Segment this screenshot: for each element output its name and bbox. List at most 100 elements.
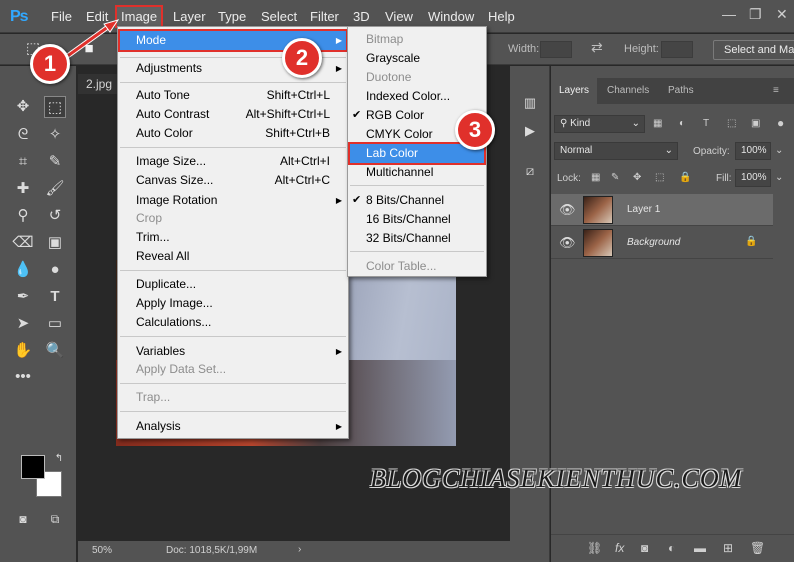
menu-item-apply-image[interactable]: Apply Image... — [118, 294, 348, 313]
menu-layer[interactable]: Layer — [173, 9, 206, 24]
adjustment-layer-icon[interactable]: ◐ — [668, 541, 675, 555]
pen-tool-icon[interactable]: ✒ — [12, 286, 34, 308]
link-layers-icon[interactable]: ⛓ — [587, 541, 602, 555]
menu-item-32-bits[interactable]: 32 Bits/Channel — [348, 229, 486, 248]
lock-position-icon[interactable]: ✥ — [633, 172, 641, 183]
filter-type-icon[interactable]: T — [703, 118, 709, 129]
menu-image[interactable]: Image — [115, 5, 164, 28]
new-layer-icon[interactable]: ⊞ — [723, 541, 733, 555]
eraser-tool-icon[interactable]: ⌫ — [12, 232, 34, 254]
filter-shape-icon[interactable]: ⬚ — [727, 118, 736, 129]
foreground-color-swatch[interactable] — [21, 455, 45, 479]
panel-menu-icon[interactable]: ≡ — [773, 85, 779, 96]
menu-help[interactable]: Help — [488, 9, 515, 24]
menu-select[interactable]: Select — [261, 9, 297, 24]
layer-row-background[interactable]: 👁 Background 🔒 — [551, 227, 773, 259]
menu-item-16-bits[interactable]: 16 Bits/Channel — [348, 210, 486, 229]
blur-tool-icon[interactable]: 💧 — [12, 259, 34, 281]
eyedropper-icon[interactable]: ✎ — [44, 151, 66, 173]
menu-type[interactable]: Type — [218, 9, 246, 24]
opacity-field[interactable]: 100% — [735, 142, 771, 160]
filter-adjustment-icon[interactable]: ◐ — [679, 118, 685, 129]
menu-item-grayscale[interactable]: Grayscale — [348, 49, 486, 68]
menu-window[interactable]: Window — [428, 9, 474, 24]
menu-3d[interactable]: 3D — [353, 9, 370, 24]
kind-filter-select[interactable]: ⚲ Kind ⌄ — [554, 115, 645, 133]
zoom-tool-icon[interactable]: 🔍 — [44, 340, 66, 362]
menu-item-reveal-all[interactable]: Reveal All — [118, 247, 348, 266]
history-panel-icon[interactable]: ▥ — [519, 92, 541, 114]
delete-layer-icon[interactable]: 🗑 — [750, 541, 765, 555]
layer-row-layer-1[interactable]: 👁 Layer 1 — [551, 194, 773, 226]
magic-wand-icon[interactable]: ✧ — [44, 124, 66, 146]
opacity-dropdown-icon[interactable]: ⌄ — [775, 145, 783, 156]
status-arrow-icon[interactable]: › — [298, 544, 301, 555]
play-action-icon[interactable]: ▶ — [519, 120, 541, 142]
properties-panel-icon[interactable]: ⧄ — [519, 160, 541, 182]
menu-edit[interactable]: Edit — [86, 9, 108, 24]
blend-mode-select[interactable]: Normal ⌄ — [554, 142, 678, 160]
menu-item-multichannel[interactable]: Multichannel — [348, 163, 486, 182]
new-selection-icon[interactable]: ■ — [78, 38, 100, 60]
swap-icon[interactable]: ⇄ — [591, 39, 603, 56]
menu-item-duplicate[interactable]: Duplicate... — [118, 275, 348, 294]
close-icon[interactable]: ✕ — [776, 6, 788, 23]
lock-image-icon[interactable]: ✎ — [611, 172, 619, 183]
menu-view[interactable]: View — [385, 9, 413, 24]
new-group-icon[interactable]: ▬ — [694, 541, 706, 555]
more-tools-icon[interactable]: ••• — [12, 366, 34, 388]
menu-filter[interactable]: Filter — [310, 9, 339, 24]
filter-toggle-icon[interactable]: ● — [777, 116, 784, 130]
menu-item-auto-tone[interactable]: Auto Tone Shift+Ctrl+L — [118, 86, 348, 105]
menu-item-canvas-size[interactable]: Canvas Size... Alt+Ctrl+C — [118, 171, 348, 190]
tab-layers[interactable]: Layers — [551, 78, 598, 104]
menu-item-variables[interactable]: Variables ▶ — [118, 342, 348, 361]
hand-tool-icon[interactable]: ✋ — [12, 340, 34, 362]
fill-field[interactable]: 100% — [735, 169, 771, 187]
minimize-icon[interactable]: — — [722, 6, 736, 22]
tab-channels[interactable]: Channels — [607, 85, 649, 96]
healing-brush-icon[interactable]: ✚ — [12, 178, 34, 200]
lock-transparent-icon[interactable]: ▦ — [591, 172, 600, 183]
menu-item-auto-color[interactable]: Auto Color Shift+Ctrl+B — [118, 124, 348, 143]
menu-item-analysis[interactable]: Analysis ▶ — [118, 417, 348, 436]
path-selection-icon[interactable]: ➤ — [12, 313, 34, 335]
brush-tool-icon[interactable]: 🖌 — [44, 178, 66, 200]
visibility-eye-icon[interactable]: 👁 — [559, 202, 576, 218]
type-tool-icon[interactable]: T — [44, 286, 66, 308]
history-brush-icon[interactable]: ↺ — [44, 205, 66, 227]
menu-item-auto-contrast[interactable]: Auto Contrast Alt+Shift+Ctrl+L — [118, 105, 348, 124]
fx-icon[interactable]: fx — [615, 541, 624, 555]
menu-item-trim[interactable]: Trim... — [118, 228, 348, 247]
menu-file[interactable]: File — [51, 9, 72, 24]
restore-icon[interactable]: ❐ — [749, 6, 762, 23]
move-tool-icon[interactable]: ✥ — [12, 96, 34, 118]
crop-tool-icon[interactable]: ⌗ — [12, 151, 34, 173]
menu-item-8-bits[interactable]: ✔ 8 Bits/Channel — [348, 191, 486, 210]
document-tab[interactable]: 2.jpg — [78, 74, 118, 94]
width-field[interactable] — [540, 41, 572, 58]
rectangle-tool-icon[interactable]: ▭ — [44, 313, 66, 335]
menu-item-calculations[interactable]: Calculations... — [118, 313, 348, 332]
gradient-tool-icon[interactable]: ▣ — [44, 232, 66, 254]
zoom-level[interactable]: 50% — [92, 545, 112, 556]
fill-dropdown-icon[interactable]: ⌄ — [775, 172, 783, 183]
swap-colors-icon[interactable]: ↰ — [48, 448, 70, 470]
menu-item-image-size[interactable]: Image Size... Alt+Ctrl+I — [118, 152, 348, 171]
visibility-eye-icon[interactable]: 👁 — [559, 235, 576, 251]
filter-smart-object-icon[interactable]: ▣ — [751, 118, 760, 129]
menu-item-image-rotation[interactable]: Image Rotation ▶ — [118, 191, 348, 210]
lock-all-icon[interactable]: 🔒 — [679, 172, 691, 183]
select-and-mask-button[interactable]: Select and Ma — [713, 40, 794, 60]
add-mask-icon[interactable]: ◙ — [641, 541, 648, 555]
dodge-tool-icon[interactable]: ● — [44, 259, 66, 281]
rect-marquee-icon[interactable]: ⬚ — [44, 96, 66, 118]
height-field[interactable] — [661, 41, 693, 58]
tab-paths[interactable]: Paths — [668, 85, 694, 96]
clone-stamp-icon[interactable]: ⚲ — [12, 205, 34, 227]
quick-mask-icon[interactable]: ◙ — [12, 508, 34, 530]
lasso-tool-icon[interactable]: ᘓ — [12, 124, 34, 146]
lock-artboard-icon[interactable]: ⬚ — [655, 172, 664, 183]
menu-item-indexed-color[interactable]: Indexed Color... — [348, 87, 486, 106]
screen-mode-icon[interactable]: ⧉ — [44, 508, 66, 530]
